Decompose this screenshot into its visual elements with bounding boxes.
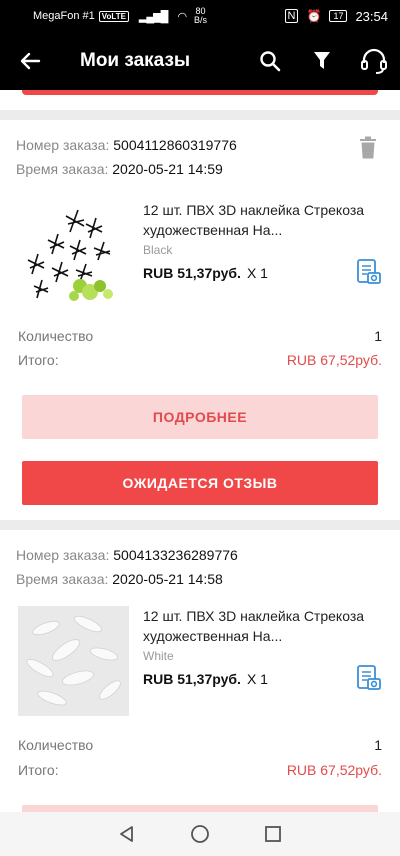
order-time-label: Время заказа: (16, 571, 109, 587)
product-variant: White (143, 649, 174, 663)
support-button[interactable] (348, 32, 400, 90)
quantity-value: 1 (374, 737, 382, 753)
order-number-value: 5004133236289776 (113, 547, 238, 563)
previous-review-button[interactable] (22, 90, 378, 95)
total-value: RUB 67,52руб. (286, 762, 382, 778)
order-number-row: Номер заказа: 5004133236289776 (16, 543, 238, 567)
white-dragonfly-image (18, 606, 129, 716)
search-icon (260, 51, 281, 72)
total-row: Итого: RUB 67,52руб. (18, 762, 382, 778)
order-time-value: 2020-05-21 14:58 (112, 571, 223, 587)
filter-button[interactable] (296, 32, 348, 90)
card-separator (0, 520, 400, 530)
orders-list[interactable]: Номер заказа: 5004112860319776 Время зак… (0, 90, 400, 812)
product-name[interactable]: 12 шт. ПВХ 3D наклейка Стрекоза художест… (143, 200, 373, 240)
product-qty: X 1 (246, 265, 268, 281)
total-label: Итого: (18, 762, 59, 778)
quantity-value: 1 (374, 328, 382, 344)
nav-home-icon[interactable] (190, 824, 210, 844)
system-nav-bar (0, 812, 400, 856)
battery-indicator: 17 (329, 10, 348, 22)
order-number-value: 5004112860319776 (113, 137, 237, 153)
product-thumbnail[interactable] (18, 606, 129, 716)
order-number-row: Номер заказа: 5004112860319776 (16, 133, 237, 157)
previous-card-peek (0, 90, 400, 110)
black-dragonfly-image (18, 200, 129, 310)
product-price-row: RUB 51,37руб. X 1 (143, 265, 268, 281)
wifi-icon: ◠ (177, 10, 187, 23)
back-button[interactable] (0, 32, 60, 90)
order-number-label: Номер заказа: (16, 137, 110, 153)
product-qty: X 1 (246, 671, 268, 687)
alarm-icon: ⏰ (306, 9, 322, 23)
product-thumbnail[interactable] (18, 200, 129, 310)
page-title: Мои заказы (80, 50, 191, 71)
search-button[interactable] (244, 32, 296, 90)
signal-icon: ▂▄▆█ (138, 10, 168, 23)
product-name[interactable]: 12 шт. ПВХ 3D наклейка Стрекоза художест… (143, 606, 373, 646)
order-time-value: 2020-05-21 14:59 (112, 161, 223, 177)
review-pending-button[interactable]: ОЖИДАЕТСЯ ОТЗЫВ (22, 461, 378, 505)
status-bar: MegaFon #1 VoLTE ▂▄▆█ ◠ 80 B/s N ⏰ 17 23… (0, 0, 400, 32)
details-button[interactable] (22, 805, 378, 812)
quantity-row: Количество 1 (18, 328, 382, 344)
product-price: RUB 51,37руб. (143, 671, 241, 687)
order-number-label: Номер заказа: (16, 547, 110, 563)
quantity-label: Количество (18, 737, 94, 753)
order-card: Номер заказа: 5004112860319776 Время зак… (0, 120, 400, 520)
quantity-label: Количество (18, 328, 94, 344)
filter-icon (314, 52, 330, 69)
nfc-icon: N (284, 9, 299, 23)
clock: 23:54 (355, 8, 388, 24)
order-time-row: Время заказа: 2020-05-21 14:58 (16, 567, 223, 591)
nav-back-icon[interactable] (117, 824, 137, 844)
order-item[interactable]: 12 шт. ПВХ 3D наклейка Стрекоза художест… (18, 200, 382, 310)
nav-recents-icon[interactable] (263, 824, 283, 844)
order-item[interactable]: 12 шт. ПВХ 3D наклейка Стрекоза художест… (18, 606, 382, 716)
total-value: RUB 67,52руб. (286, 352, 382, 368)
carrier-name: MegaFon #1 (33, 10, 95, 22)
network-speed-unit: B/s (194, 15, 208, 25)
order-card: Номер заказа: 5004133236289776 Время зак… (0, 530, 400, 812)
photo-review-icon[interactable] (356, 664, 382, 692)
app-bar: Мои заказы (0, 32, 400, 90)
volte-badge: VoLTE (98, 10, 129, 22)
order-time-row: Время заказа: 2020-05-21 14:59 (16, 157, 223, 181)
product-variant: Black (143, 243, 173, 257)
product-price-row: RUB 51,37руб. X 1 (143, 671, 268, 687)
details-button[interactable]: ПОДРОБНЕЕ (22, 395, 378, 439)
photo-review-icon[interactable] (356, 258, 382, 286)
headset-icon (361, 48, 387, 74)
trash-icon[interactable] (358, 136, 378, 160)
card-separator (0, 110, 400, 120)
back-arrow-icon (20, 52, 41, 70)
order-time-label: Время заказа: (16, 161, 109, 177)
network-speed: 80 B/s (194, 7, 207, 25)
product-price: RUB 51,37руб. (143, 265, 241, 281)
total-row: Итого: RUB 67,52руб. (18, 352, 382, 368)
total-label: Итого: (18, 352, 59, 368)
quantity-row: Количество 1 (18, 737, 382, 753)
